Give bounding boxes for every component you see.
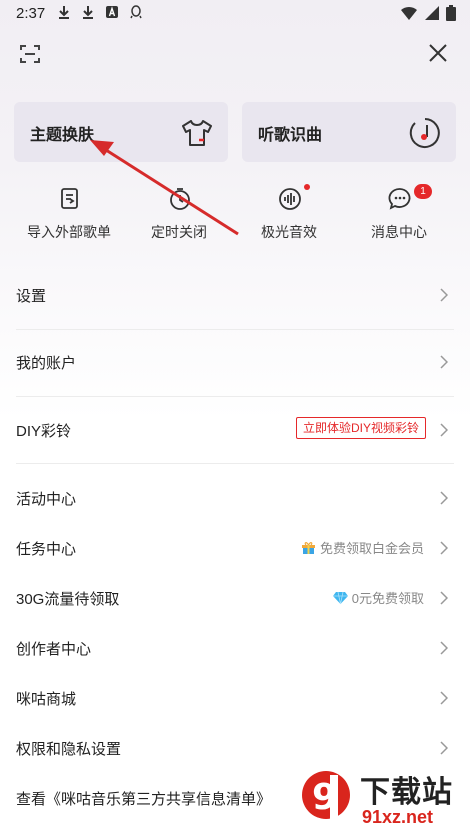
gift-icon <box>302 542 316 554</box>
menu-item-mall[interactable]: 咪咕商城 <box>0 673 470 723</box>
import-playlist-button[interactable]: 导入外部歌单 <box>14 184 124 244</box>
diy-promo-tag[interactable]: 立即体验DIY视频彩铃 <box>295 417 426 439</box>
menu-item-activity[interactable]: 活动中心 <box>0 473 470 523</box>
chevron-right-icon <box>440 491 448 505</box>
divider <box>16 396 454 397</box>
theme-skin-card[interactable]: 主题换肤 <box>14 102 228 162</box>
feature-cards: 主题换肤 听歌识曲 <box>14 102 456 162</box>
scan-icon[interactable] <box>18 42 42 66</box>
menu-item-account[interactable]: 我的账户 <box>0 337 470 387</box>
chevron-right-icon <box>440 591 448 605</box>
menu-label: 30G流量待领取 <box>16 591 120 608</box>
task-extra: 免费领取白金会员 <box>301 538 424 557</box>
menu-label: 任务中心 <box>16 541 77 558</box>
watermark-url: 91xz.net <box>362 807 434 827</box>
chevron-right-icon <box>440 741 448 755</box>
import-playlist-icon <box>57 186 83 212</box>
chevron-right-icon <box>440 641 448 655</box>
menu-label: 创作者中心 <box>16 641 92 658</box>
menu-label: 咪咕商城 <box>16 691 77 708</box>
sound-effect-icon <box>277 186 303 212</box>
status-bar: 2:37 <box>0 0 470 26</box>
traffic-extra-text: 0元免费领取 <box>351 591 424 606</box>
diamond-icon <box>333 591 349 605</box>
message-badge: 1 <box>414 184 432 199</box>
music-recognize-card[interactable]: 听歌识曲 <box>242 102 456 162</box>
close-icon[interactable] <box>426 41 450 65</box>
download-icon <box>80 4 96 20</box>
menu-item-traffic[interactable]: 30G流量待领取 0元免费领取 <box>0 573 470 623</box>
message-center-label: 消息中心 <box>371 224 427 240</box>
menu-label: 设置 <box>16 288 47 305</box>
top-bar <box>0 36 470 72</box>
qq-icon <box>128 4 144 20</box>
signal-icon <box>424 5 440 26</box>
divider <box>16 463 454 464</box>
status-notification-icons <box>56 4 144 20</box>
timer-icon <box>167 186 193 212</box>
chevron-right-icon <box>440 355 448 369</box>
watermark-title: 下载站 <box>360 776 453 809</box>
chevron-right-icon <box>440 541 448 555</box>
chevron-right-icon <box>440 288 448 302</box>
menu-item-task[interactable]: 任务中心 免费领取白金会员 <box>0 523 470 573</box>
status-time: 2:37 <box>16 5 46 22</box>
chevron-right-icon <box>440 423 448 437</box>
quick-actions: 导入外部歌单 定时关闭 极光音效 1 消息中心 <box>0 184 470 244</box>
menu-label: 权限和隐私设置 <box>16 741 122 758</box>
sound-effect-button[interactable]: 极光音效 <box>234 184 344 244</box>
chevron-right-icon <box>440 691 448 705</box>
menu-item-creator[interactable]: 创作者中心 <box>0 623 470 673</box>
task-extra-text: 免费领取白金会员 <box>319 541 424 556</box>
traffic-extra: 0元免费领取 <box>333 588 424 607</box>
music-recognize-icon <box>408 116 442 150</box>
app-a-icon <box>104 4 120 20</box>
menu-item-settings[interactable]: 设置 <box>0 270 470 320</box>
menu-label: 活动中心 <box>16 491 77 508</box>
music-recognize-label: 听歌识曲 <box>258 127 323 144</box>
download-icon <box>56 4 72 20</box>
menu-item-diy[interactable]: DIY彩铃 立即体验DIY视频彩铃 <box>0 405 470 455</box>
timer-button[interactable]: 定时关闭 <box>124 184 234 244</box>
watermark-logo: 9 <box>302 771 350 825</box>
import-playlist-label: 导入外部歌单 <box>27 224 111 240</box>
divider <box>16 329 454 330</box>
battery-icon <box>446 5 456 26</box>
status-system-icons <box>400 5 456 26</box>
wifi-icon <box>400 5 418 26</box>
sound-effect-label: 极光音效 <box>261 224 317 240</box>
sound-effect-dot <box>304 184 310 190</box>
timer-label: 定时关闭 <box>151 224 207 240</box>
theme-skin-label: 主题换肤 <box>30 127 95 144</box>
message-center-button[interactable]: 1 消息中心 <box>344 184 454 244</box>
watermark: 9 下载站 91xz.net <box>296 765 466 835</box>
menu-label: 我的账户 <box>16 355 77 372</box>
message-icon <box>387 186 413 212</box>
menu-label: DIY彩铃 <box>16 423 72 440</box>
tshirt-icon <box>180 116 214 150</box>
menu-label: 查看《咪咕音乐第三方共享信息清单》 <box>16 791 272 808</box>
